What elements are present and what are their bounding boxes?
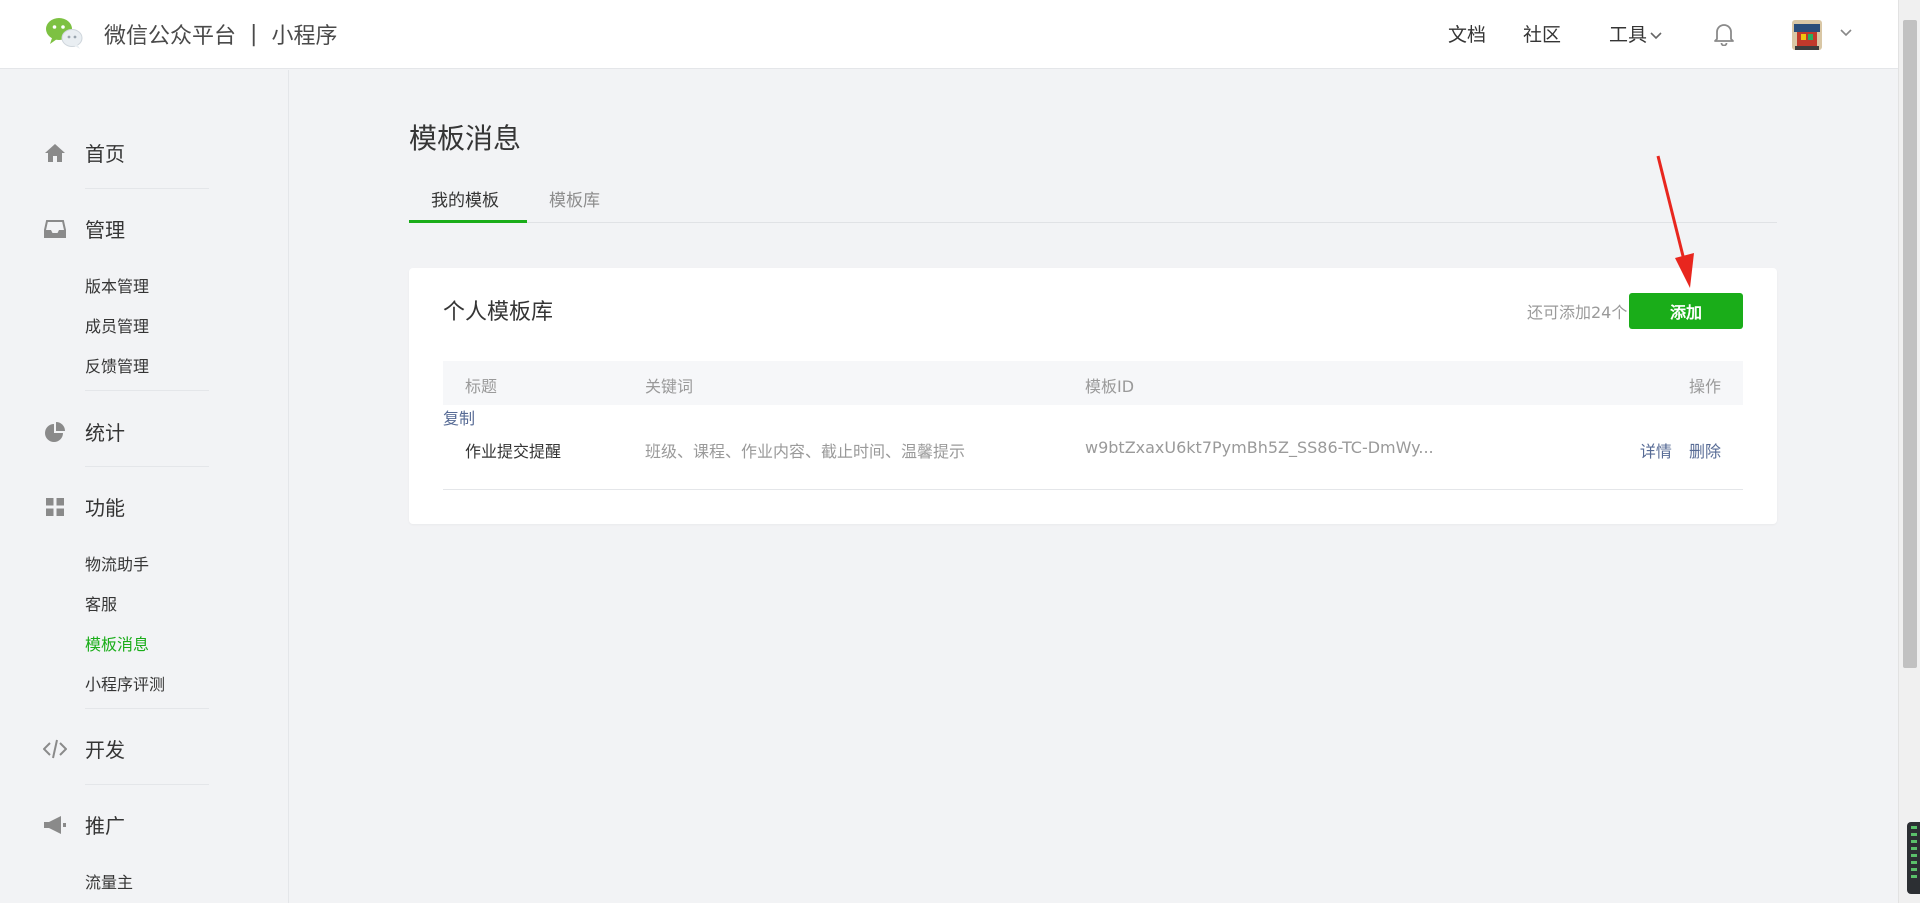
sidebar-divider: [85, 708, 209, 709]
sidebar-item-member-management[interactable]: 成员管理: [85, 313, 149, 337]
vertical-scrollbar[interactable]: [1898, 0, 1920, 903]
tab-template-library[interactable]: 模板库: [549, 186, 600, 211]
active-tab-indicator: [409, 220, 527, 223]
sidebar-divider: [85, 466, 209, 467]
sidebar-section-label: 统计: [85, 421, 125, 445]
quota-text: 还可添加24个: [1527, 303, 1628, 322]
nav-tools-label: 工具: [1609, 24, 1648, 46]
page-title: 模板消息: [409, 122, 522, 155]
detail-link[interactable]: 详情: [1640, 442, 1672, 461]
sidebar-divider: [85, 188, 209, 189]
brand-name: 微信公众平台: [104, 24, 237, 49]
row-actions: 详情 删除: [1640, 438, 1721, 462]
sidebar-item-traffic-master[interactable]: 流量主: [85, 869, 133, 893]
sidebar-section-promotion[interactable]: 推广: [43, 810, 125, 839]
delete-link[interactable]: 删除: [1689, 442, 1721, 461]
avatar[interactable]: [1792, 20, 1822, 50]
side-widget-icon[interactable]: [1907, 822, 1920, 894]
sidebar-section-label: 推广: [85, 814, 125, 838]
chevron-down-icon: [1650, 31, 1662, 39]
card-title: 个人模板库: [443, 300, 554, 325]
sidebar-section-label: 管理: [85, 218, 125, 242]
sidebar-item-logistics-assistant[interactable]: 物流助手: [85, 551, 149, 575]
tab-my-templates[interactable]: 我的模板: [431, 186, 499, 211]
sidebar-section-home[interactable]: 首页: [43, 138, 125, 167]
sidebar: 首页 管理 版本管理 成员管理 反馈管理 统计 功能 物流助手 客服 模板消息 …: [0, 70, 289, 903]
sidebar-section-label: 首页: [85, 142, 125, 166]
sidebar-section-label: 开发: [85, 738, 125, 762]
sidebar-item-miniprogram-evaluation[interactable]: 小程序评测: [85, 671, 165, 695]
sidebar-section-development[interactable]: 开发: [43, 734, 125, 763]
sidebar-divider: [85, 390, 209, 391]
nav-community-link[interactable]: 社区: [1523, 20, 1561, 47]
brand-product: 小程序: [271, 24, 338, 49]
inbox-icon: [43, 217, 67, 241]
sidebar-section-statistics[interactable]: 统计: [43, 417, 125, 446]
brand-separator: |: [250, 21, 258, 47]
nav-tools-menu[interactable]: 工具: [1609, 20, 1662, 47]
sidebar-item-feedback-management[interactable]: 反馈管理: [85, 353, 149, 377]
sidebar-item-template-messages[interactable]: 模板消息: [85, 631, 149, 655]
tab-bar: 我的模板 模板库: [409, 183, 1777, 223]
code-icon: [43, 737, 67, 761]
sidebar-item-customer-service[interactable]: 客服: [85, 591, 117, 615]
table-header: 标题 关键词 模板ID 操作: [443, 361, 1743, 405]
row-keywords: 班级、课程、作业内容、截止时间、温馨提示: [645, 442, 966, 461]
row-title: 作业提交提醒: [465, 442, 562, 461]
column-header-keywords: 关键词: [645, 377, 694, 396]
top-bar: 微信公众平台 | 小程序 文档 社区 工具: [0, 0, 1898, 69]
sidebar-divider: [85, 784, 209, 785]
account-chevron-down-icon[interactable]: [1840, 29, 1852, 37]
column-header-title: 标题: [465, 377, 498, 396]
row-template-id: w9btZxaxU6kt7PymBh5Z_SS86-TC-DmWy...: [1085, 438, 1434, 457]
sidebar-item-version-management[interactable]: 版本管理: [85, 273, 149, 297]
megaphone-icon: [43, 813, 67, 837]
column-header-template-id: 模板ID: [1085, 377, 1135, 396]
nav-docs-link[interactable]: 文档: [1448, 20, 1486, 47]
sidebar-section-manage[interactable]: 管理: [43, 214, 125, 243]
copy-template-id-link[interactable]: 复制: [443, 409, 475, 428]
home-icon: [43, 141, 67, 165]
pie-chart-icon: [43, 420, 67, 444]
bell-icon[interactable]: [1713, 22, 1735, 50]
sidebar-section-features[interactable]: 功能: [43, 492, 125, 521]
wechat-logo-icon[interactable]: [44, 16, 84, 50]
grid-icon: [43, 495, 67, 519]
brand-title[interactable]: 微信公众平台 | 小程序: [104, 18, 337, 50]
sidebar-section-label: 功能: [85, 496, 125, 520]
table-row: 作业提交提醒 班级、课程、作业内容、截止时间、温馨提示 w9btZxaxU6kt…: [443, 405, 1743, 490]
add-template-button[interactable]: 添加: [1629, 293, 1743, 329]
annotation-arrow-icon: [1656, 155, 1694, 288]
personal-template-card: 个人模板库 还可添加24个 添加 标题 关键词 模板ID 操作 作业提交提醒 班…: [409, 268, 1777, 524]
column-header-actions: 操作: [1688, 377, 1721, 396]
scrollbar-thumb[interactable]: [1903, 20, 1917, 668]
